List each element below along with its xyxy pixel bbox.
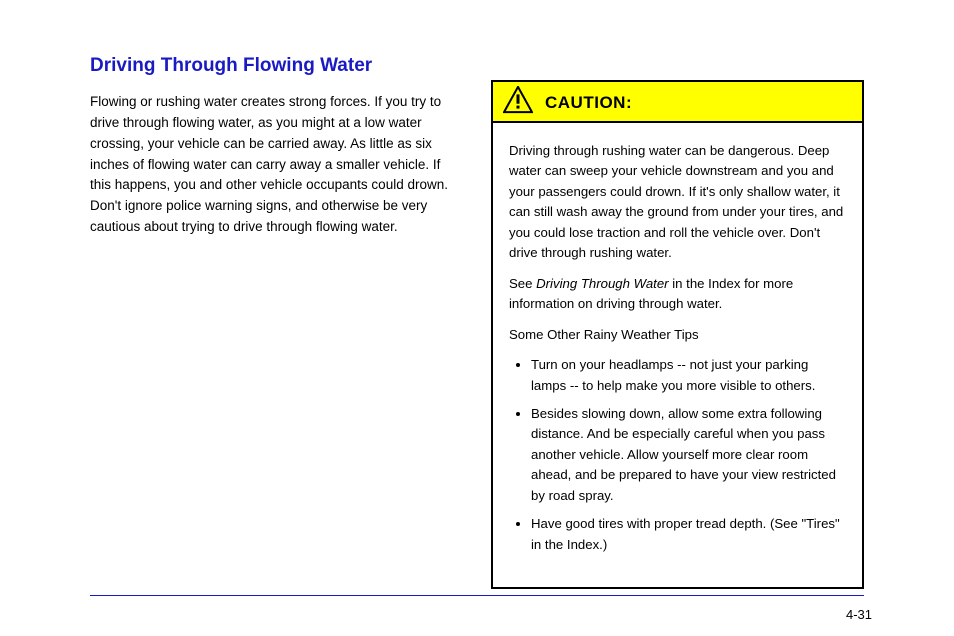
caution-paragraph: Driving through rushing water can be dan… [509,141,846,264]
warning-triangle-icon [503,86,533,119]
right-column: CAUTION: Driving through rushing water c… [491,40,864,589]
caution-bullet-list: Turn on your headlamps -- not just your … [509,355,846,555]
caution-body: Driving through rushing water can be dan… [493,123,862,587]
caution-box: CAUTION: Driving through rushing water c… [491,80,864,589]
caution-title: CAUTION: [545,93,632,113]
list-item: Besides slowing down, allow some extra f… [531,404,846,506]
page-number: 4-31 [846,607,872,622]
list-item: Turn on your headlamps -- not just your … [531,355,846,396]
caution-precautions-label: Some Other Rainy Weather Tips [509,325,846,345]
left-column: Driving Through Flowing Water Flowing or… [90,40,463,589]
caution-see-line: See Driving Through Water in the Index f… [509,274,846,315]
caution-header: CAUTION: [493,82,862,123]
list-item: Have good tires with proper tread depth.… [531,514,846,555]
page: Driving Through Flowing Water Flowing or… [0,0,954,636]
footer-rule [90,595,864,596]
section-paragraph: Flowing or rushing water creates strong … [90,92,463,238]
two-column-layout: Driving Through Flowing Water Flowing or… [90,40,864,589]
section-heading: Driving Through Flowing Water [90,54,463,78]
